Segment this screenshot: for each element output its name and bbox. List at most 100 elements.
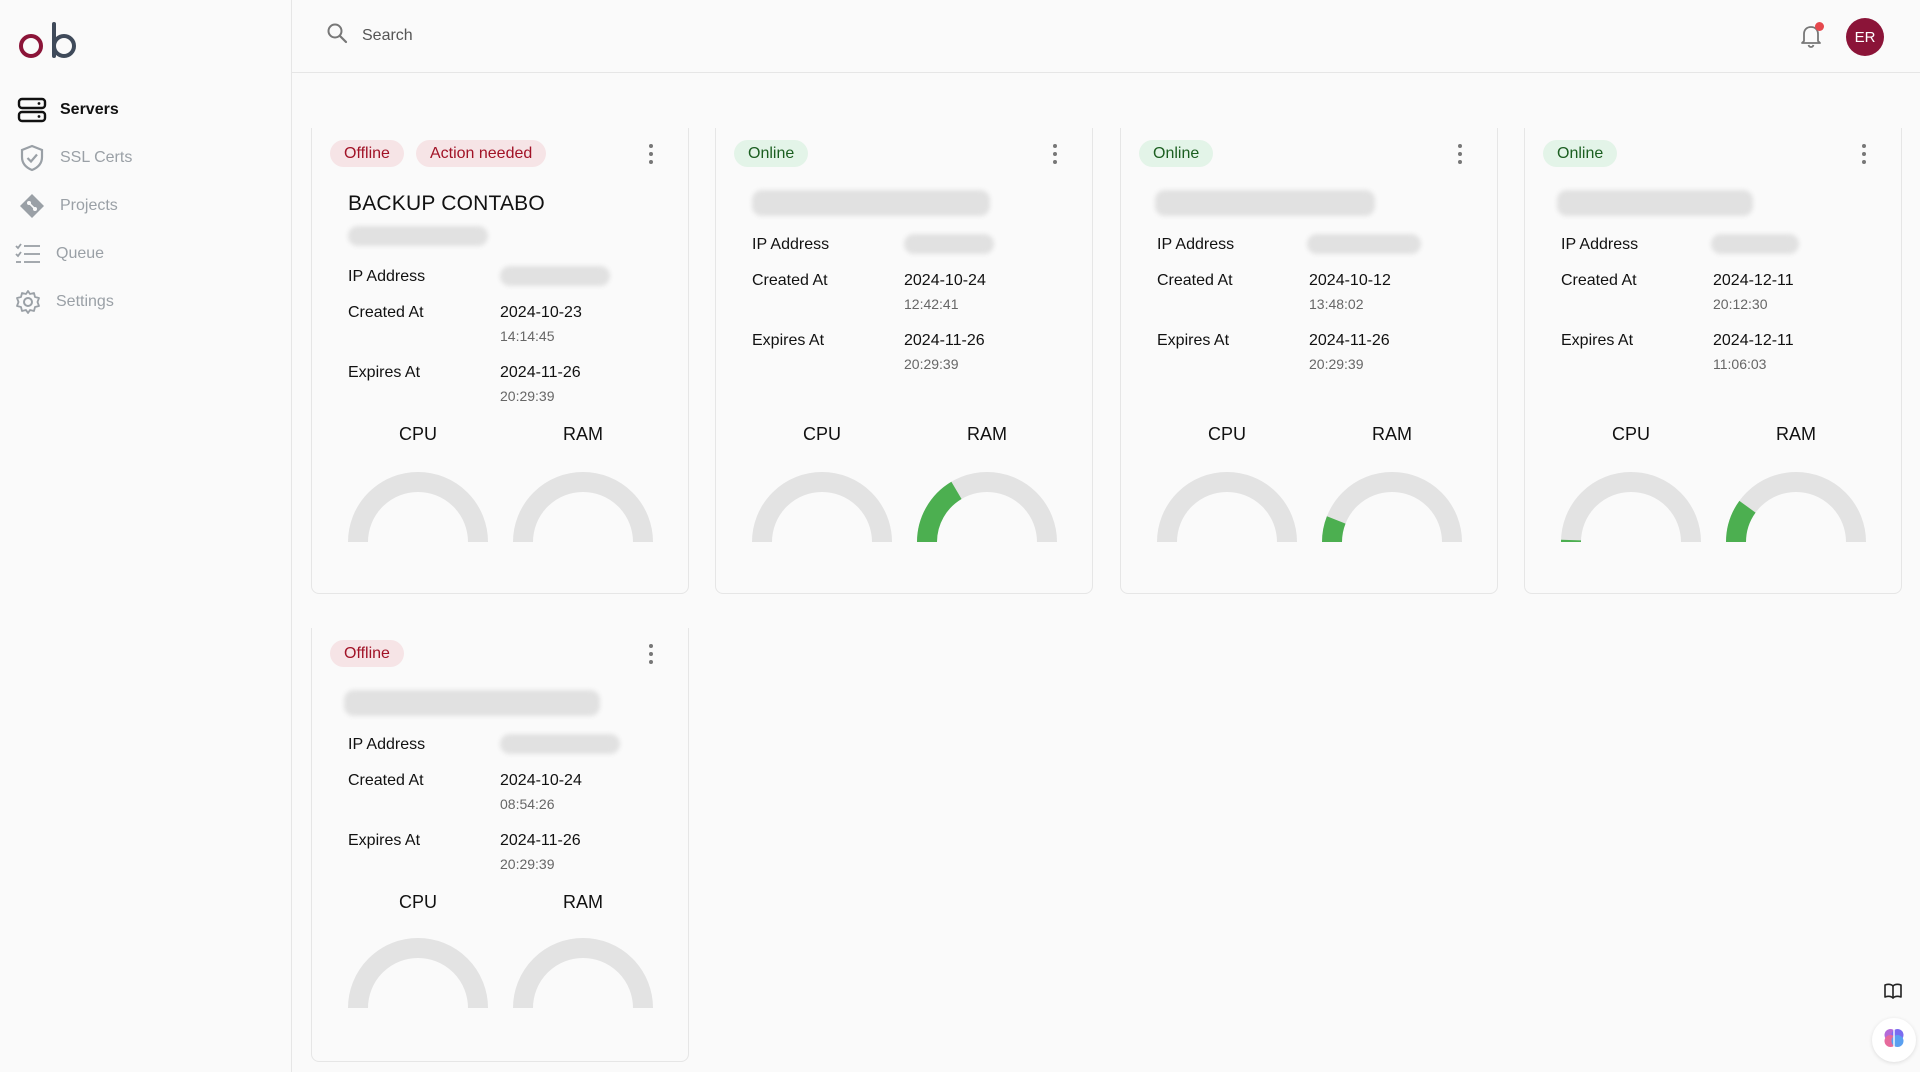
expires-date: 2024-11-26 (500, 364, 581, 381)
created-time: 12:42:41 (904, 296, 959, 312)
expires-at-label: Expires At (1157, 332, 1230, 349)
notifications-button[interactable] (1796, 20, 1826, 50)
git-diamond-icon (16, 190, 48, 222)
server-icon (16, 94, 48, 126)
server-card: Online IP Address Created At 2024-10-12 … (1120, 128, 1498, 594)
docs-button[interactable] (1880, 980, 1906, 1006)
top-bar: ER (292, 0, 1920, 73)
status-badge: Offline (330, 640, 404, 667)
ip-address-label: IP Address (1561, 236, 1639, 253)
created-at-label: Created At (348, 772, 424, 789)
gauge-track (1322, 472, 1462, 543)
redacted-server-name (344, 690, 600, 716)
server-card: Offline IP Address Created At 2024-10-24… (311, 628, 689, 1062)
server-card: Online IP Address Created At 2024-10-24 … (715, 128, 1093, 594)
cpu-gauge (1157, 472, 1297, 543)
assistant-button[interactable] (1872, 1018, 1916, 1062)
status-badge: Offline (330, 140, 404, 167)
card-menu-button[interactable] (1857, 142, 1871, 166)
sidebar-item-projects[interactable]: Projects (0, 182, 292, 230)
status-badge: Online (1139, 140, 1214, 167)
ip-address-label: IP Address (752, 236, 830, 253)
expires-time: 20:29:39 (500, 388, 555, 404)
kebab-icon (649, 644, 653, 648)
expires-time: 11:06:03 (1713, 356, 1767, 372)
ip-address-label: IP Address (348, 736, 426, 753)
gauge-track (1157, 472, 1297, 543)
gauge-track (752, 472, 892, 543)
sidebar-item-ssl-certs[interactable]: SSL Certs (0, 134, 292, 182)
cpu-gauge (348, 938, 488, 1009)
ip-address-label: IP Address (1157, 236, 1235, 253)
gauge-track (1561, 472, 1701, 543)
kebab-icon (1053, 144, 1057, 148)
sidebar-item-label: Settings (56, 293, 114, 310)
expires-time: 20:29:39 (904, 356, 959, 372)
card-menu-button[interactable] (1048, 142, 1062, 166)
card-menu-button[interactable] (644, 142, 658, 166)
ram-label: RAM (967, 424, 1007, 444)
sidebar-item-label: Projects (60, 197, 118, 214)
card-menu-button[interactable] (644, 642, 658, 666)
created-time: 14:14:45 (500, 328, 555, 344)
notification-dot (1815, 22, 1824, 31)
card-menu-button[interactable] (1453, 142, 1467, 166)
expires-time: 20:29:39 (500, 856, 555, 872)
book-icon (1884, 983, 1902, 1004)
gauge-fill (917, 481, 962, 543)
redacted-ip-address (1307, 234, 1421, 254)
search-input[interactable] (362, 26, 762, 45)
kebab-icon (649, 144, 653, 148)
ram-gauge (1726, 472, 1866, 543)
action-needed-badge: Action needed (415, 140, 547, 167)
expires-at-label: Expires At (1561, 332, 1634, 349)
redacted-server-name (1155, 190, 1375, 216)
gauge-track (348, 472, 488, 543)
avatar[interactable]: ER (1846, 18, 1884, 56)
expires-date: 2024-11-26 (904, 332, 985, 349)
sidebar-item-queue[interactable]: Queue (0, 230, 292, 278)
ram-label: RAM (563, 424, 603, 444)
created-at-label: Created At (1561, 272, 1637, 289)
brain-icon (1882, 1026, 1906, 1055)
created-date: 2024-10-24 (500, 772, 582, 789)
server-card: Online IP Address Created At 2024-12-11 … (1524, 128, 1902, 594)
kebab-icon (1458, 144, 1462, 148)
cpu-label: CPU (802, 424, 841, 444)
created-date: 2024-10-12 (1309, 272, 1391, 289)
ram-label: RAM (1372, 424, 1412, 444)
expires-time: 20:29:39 (1309, 356, 1364, 372)
sidebar-item-label: Servers (60, 101, 119, 118)
gauge-fill (1322, 516, 1346, 543)
search-bar (326, 22, 762, 49)
expires-date: 2024-12-11 (1713, 332, 1794, 349)
ip-address-label: IP Address (348, 268, 426, 285)
gear-icon (12, 286, 44, 318)
expires-at-label: Expires At (348, 832, 421, 849)
gauge-track (348, 938, 488, 1009)
redacted-ip-address (904, 234, 994, 254)
sidebar-nav: Servers SSL Certs Projects Queue Setting… (0, 86, 292, 326)
redacted-server-name (1557, 190, 1753, 216)
cpu-label: CPU (398, 424, 437, 444)
created-date: 2024-10-23 (500, 304, 582, 321)
status-badge: Online (734, 140, 809, 167)
server-name: BACKUP CONTABO (348, 192, 545, 215)
gauge-fill (1726, 500, 1756, 543)
cpu-gauge (1561, 472, 1701, 543)
cpu-label: CPU (398, 892, 437, 912)
created-date: 2024-12-11 (1713, 272, 1794, 289)
sidebar-item-servers[interactable]: Servers (0, 86, 292, 134)
sidebar-item-label: Queue (56, 245, 105, 262)
shield-check-icon (16, 142, 48, 174)
expires-at-label: Expires At (752, 332, 825, 349)
redacted-ip-address (500, 266, 610, 286)
app-logo[interactable] (16, 18, 80, 66)
ram-gauge (1322, 472, 1462, 543)
server-card: Offline Action needed BACKUP CONTABO IP … (311, 128, 689, 594)
redacted-ip-address (500, 734, 620, 754)
created-at-label: Created At (1157, 272, 1233, 289)
cpu-gauge (348, 472, 488, 543)
created-time: 13:48:02 (1309, 296, 1364, 312)
sidebar-item-settings[interactable]: Settings (0, 278, 292, 326)
